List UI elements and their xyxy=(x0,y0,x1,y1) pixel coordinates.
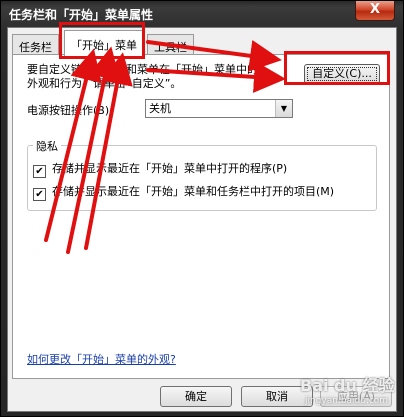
ok-button[interactable]: 确定 xyxy=(160,386,232,407)
checkmark-icon[interactable]: ✔ xyxy=(33,165,46,178)
checkbox-recent-items[interactable]: ✔ 存储并显示最近在「开始」菜单和任务栏中打开的项目(M) xyxy=(33,183,334,201)
watermark-logo: Bai du 经验 xyxy=(300,376,395,395)
privacy-groupbox xyxy=(27,145,377,211)
tab-label: 任务栏 xyxy=(19,41,52,54)
checkbox-label: 存储并显示最近在「开始」菜单和任务栏中打开的项目(M) xyxy=(52,185,335,198)
power-button-select[interactable]: 关机 ▼ xyxy=(145,99,293,118)
power-button-value: 关机 xyxy=(149,102,171,115)
watermark-url: jingyan.baidu.com xyxy=(305,396,389,406)
chevron-down-icon[interactable]: ▼ xyxy=(275,100,292,117)
help-link[interactable]: 如何更改「开始」菜单的外观? xyxy=(27,351,176,367)
description-line: 要自定义链接、图标和菜单在「开始」菜单中的 xyxy=(27,63,258,76)
tab-label: 工具栏 xyxy=(154,41,187,54)
power-button-label: 电源按钮操作(B): xyxy=(27,104,113,117)
description-line: 外观和行为，请单击“自定义”。 xyxy=(27,77,182,90)
checkmark-icon[interactable]: ✔ xyxy=(33,188,46,201)
close-button[interactable]: X xyxy=(355,1,395,21)
window-title: 任务栏和「开始」菜单属性 xyxy=(9,8,154,22)
description-text: 要自定义链接、图标和菜单在「开始」菜单中的 外观和行为，请单击“自定义”。 xyxy=(27,63,295,91)
checkbox-recent-programs[interactable]: ✔ 存储并显示最近在「开始」菜单中打开的程序(P) xyxy=(33,160,287,178)
tab-toolbars[interactable]: 工具栏 xyxy=(147,34,194,55)
privacy-legend: 隐私 xyxy=(33,138,61,154)
annotation-box-customize xyxy=(284,51,390,85)
tab-panel-start-menu: 要自定义链接、图标和菜单在「开始」菜单中的 外观和行为，请单击“自定义”。 自定… xyxy=(12,54,390,379)
close-icon: X xyxy=(369,2,381,17)
checkbox-label: 存储并显示最近在「开始」菜单中打开的程序(P) xyxy=(52,162,288,175)
annotation-box-start-tab xyxy=(59,22,145,59)
tab-taskbar[interactable]: 任务栏 xyxy=(12,34,59,55)
